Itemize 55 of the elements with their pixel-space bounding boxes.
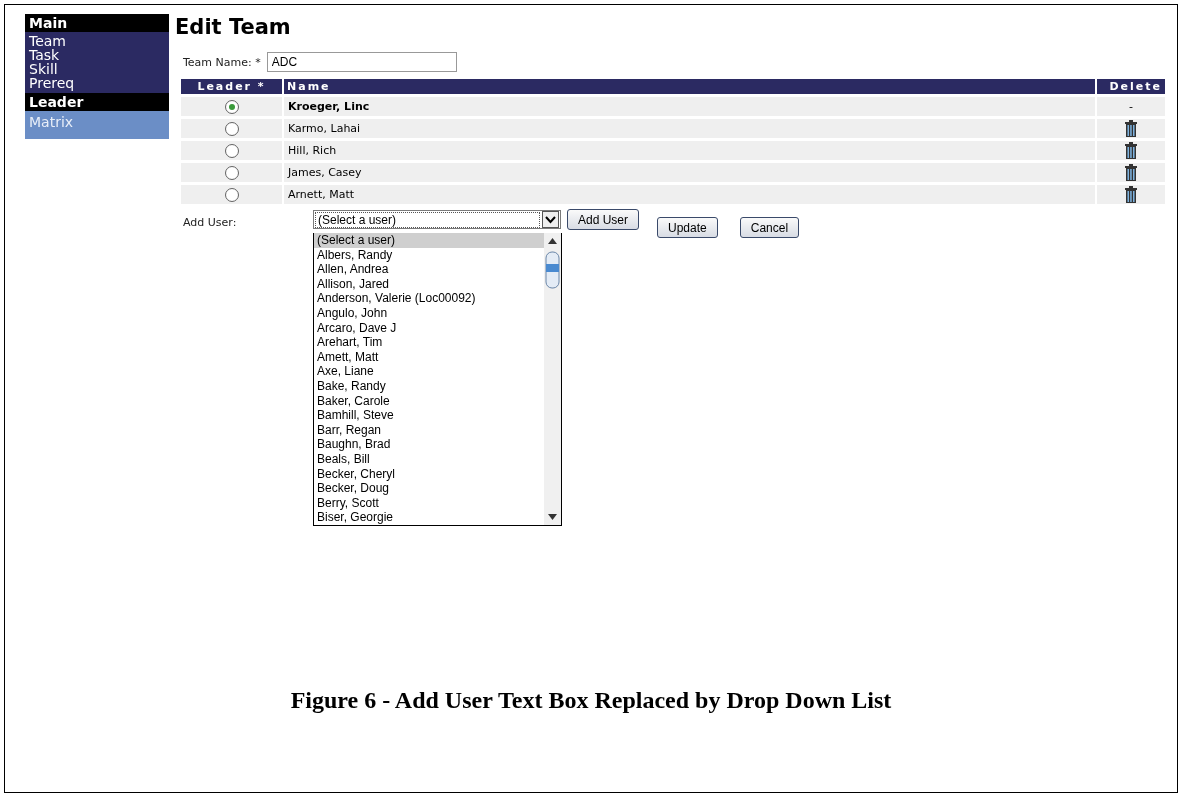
scrollbar[interactable] — [544, 233, 561, 525]
team-name-field[interactable]: ADC — [266, 52, 457, 72]
dropdown-option[interactable]: Arcaro, Dave J — [314, 320, 544, 336]
cancel-button[interactable]: Cancel — [739, 217, 800, 238]
dropdown-option[interactable]: Allison, Jared — [314, 276, 544, 292]
table-cell: Kroeger, Linc — [282, 97, 1095, 116]
sidebar-section-title: Leader — [25, 93, 169, 111]
trash-icon[interactable] — [1125, 164, 1137, 181]
dropdown-option[interactable]: Baker, Carole — [314, 393, 544, 409]
dropdown-option[interactable]: Becker, Doug — [314, 481, 544, 496]
dropdown-option[interactable]: Beals, Bill — [314, 451, 544, 467]
dropdown-option[interactable]: Barr, Regan — [314, 422, 544, 438]
dropdown-option[interactable]: Axe, Liane — [314, 364, 544, 379]
trash-icon[interactable] — [1125, 186, 1137, 203]
dropdown-option[interactable]: Biser, Georgie — [314, 510, 544, 525]
column-header: Name — [282, 79, 1095, 94]
leader-radio[interactable] — [224, 165, 239, 180]
leader-radio[interactable] — [224, 99, 239, 114]
field-label: Team Name: * — [183, 55, 261, 69]
leader-radio[interactable] — [224, 121, 239, 136]
figure-caption: Figure 6 - Add User Text Box Replaced by Drop Down List — [289, 687, 893, 714]
column-header: Delete — [1095, 79, 1165, 94]
dropdown-option[interactable]: (Select a user) — [314, 233, 544, 248]
sidebar-link[interactable]: Task — [29, 48, 165, 62]
field-label: Add User: — [183, 216, 237, 229]
caret-icon — [542, 211, 559, 228]
table-cell: Karmo, Lahai — [282, 119, 1095, 138]
no-delete-mark: - — [1129, 100, 1133, 113]
dropdown-option[interactable]: Albers, Randy — [314, 247, 544, 263]
trash-icon[interactable] — [1125, 142, 1137, 159]
table-cell: Arnett, Matt — [282, 185, 1095, 204]
table-cell: James, Casey — [282, 163, 1095, 182]
dropdown-option[interactable]: Angulo, John — [314, 305, 544, 321]
trash-icon[interactable] — [1125, 120, 1137, 137]
user-dropdown[interactable]: (Select a user) — [313, 210, 561, 229]
leader-radio[interactable] — [224, 143, 239, 158]
dropdown-option[interactable]: Berry, Scott — [314, 495, 544, 511]
dropdown-option[interactable]: Allen, Andrea — [314, 262, 544, 277]
column-header: Leader * — [181, 79, 282, 94]
table-cell: Hill, Rich — [282, 141, 1095, 160]
sidebar-link[interactable]: Team — [29, 34, 165, 48]
leader-radio[interactable] — [224, 187, 239, 202]
dropdown-option[interactable]: Baughn, Brad — [314, 437, 544, 452]
page-title: Edit Team — [175, 14, 292, 40]
dropdown-option[interactable]: Anderson, Valerie (Loc00092) — [314, 291, 544, 306]
sidebar-section-title: Main — [25, 14, 169, 32]
dropdown-option[interactable]: Bake, Randy — [314, 378, 544, 394]
dropdown-option[interactable]: Arehart, Tim — [314, 335, 544, 350]
update-button[interactable]: Update — [657, 217, 718, 238]
dropdown-option[interactable]: Bamhill, Steve — [314, 408, 544, 423]
sidebar-link[interactable]: Prereq — [29, 76, 165, 90]
dropdown-option[interactable]: Amett, Matt — [314, 349, 544, 365]
add-user-button[interactable]: Add User — [567, 209, 640, 230]
sidebar-link[interactable]: Skill — [29, 62, 165, 76]
dropdown-option[interactable]: Becker, Cheryl — [314, 466, 544, 482]
